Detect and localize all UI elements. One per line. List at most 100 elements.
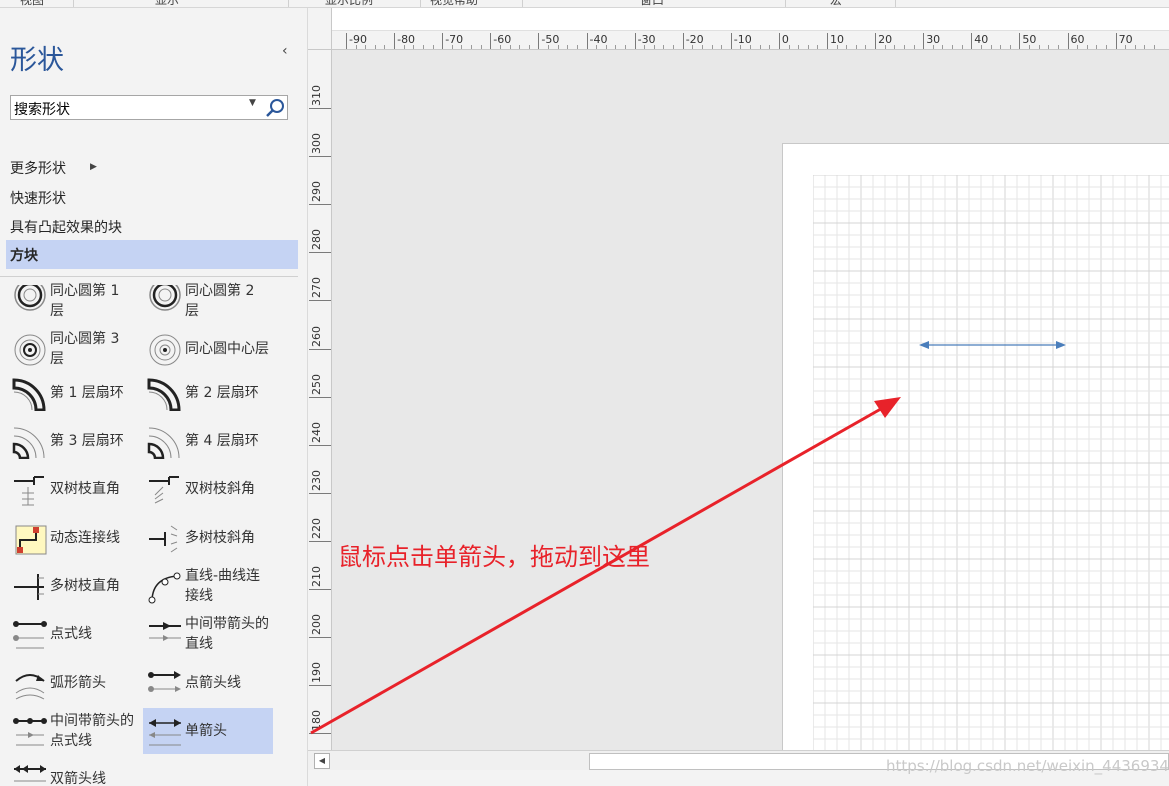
more-shapes-arrow-icon[interactable]: ▶ xyxy=(90,162,97,172)
ruler-minor-tick xyxy=(615,45,617,49)
double-tree-angled-icon xyxy=(149,476,179,504)
nav-more-shapes[interactable]: 更多形状 xyxy=(10,158,66,178)
shape-arc-arrow[interactable]: 弧形箭头 xyxy=(8,660,138,706)
ruler-label: 60 xyxy=(1070,33,1085,46)
ruler-minor-tick xyxy=(1009,45,1011,49)
shape-concentric-center[interactable]: 同心圆中心层 xyxy=(143,326,273,372)
multi-tree-square-icon xyxy=(14,574,44,600)
ruler-tick xyxy=(1115,33,1117,49)
shape-label: 点箭头线 xyxy=(185,675,241,691)
ruler-tick xyxy=(309,540,331,542)
ruler-minor-tick xyxy=(865,45,867,49)
shape-double-tree-square[interactable]: 双树枝直角 xyxy=(8,466,138,512)
shape-single-arrow[interactable]: 单箭头 xyxy=(143,708,273,754)
line-curve-connector-icon xyxy=(148,572,181,604)
ribbon-separator xyxy=(420,0,421,7)
ruler-tick xyxy=(309,204,331,206)
ruler-tick xyxy=(309,589,331,590)
ruler-tick xyxy=(778,33,780,49)
ruler-corner xyxy=(308,8,332,50)
ruler-minor-tick xyxy=(721,45,723,49)
ruler-label: 240 xyxy=(310,421,323,443)
shape-label: 第 4 层扇环 xyxy=(185,433,259,449)
ruler-label: 270 xyxy=(310,277,323,299)
ruler-tick xyxy=(730,33,732,49)
nav-quick-shapes[interactable]: 快速形状 xyxy=(10,188,66,208)
ruler-minor-tick xyxy=(471,45,473,49)
shape-sector-ring-2[interactable]: 第 2 层扇环 xyxy=(143,370,273,416)
shape-line-mid-arrow[interactable]: 中间带箭头的直线 xyxy=(143,611,273,657)
shape-label: 中间带箭头的直线 xyxy=(185,616,269,652)
shape-dynamic-connector[interactable]: 动态连接线 xyxy=(8,515,138,561)
ruler-minor-tick xyxy=(798,45,800,49)
ruler-minor-tick xyxy=(567,45,569,49)
ruler-label: 310 xyxy=(310,85,323,106)
shape-sector-ring-4[interactable]: 第 4 层扇环 xyxy=(143,418,273,464)
shape-dotted-mid-arrow[interactable]: 中间带箭头的点式线 xyxy=(8,708,138,754)
ruler-tick xyxy=(309,444,331,446)
ruler-tick xyxy=(875,33,877,49)
ruler-tick xyxy=(923,33,925,49)
ruler-minor-tick xyxy=(528,45,530,49)
shape-line-curve-connector[interactable]: 直线-曲线连接线 xyxy=(143,563,273,609)
search-shapes-field[interactable]: 搜索形状 ▼ xyxy=(10,95,288,120)
shape-dot-arrow-line[interactable]: 点箭头线 xyxy=(143,660,273,706)
ruler-tick xyxy=(309,156,331,158)
shape-concentric-ring-3[interactable]: 同心圆第 3 层 xyxy=(8,326,138,372)
watermark-text: https://blog.csdn.net/weixin_44369347 xyxy=(886,757,1169,775)
ruler-label: 40 xyxy=(974,33,989,46)
ruler-minor-tick xyxy=(855,45,857,49)
ruler-tick xyxy=(394,33,396,49)
ruler-minor-tick xyxy=(1154,45,1156,49)
scroll-left-button[interactable]: ◀ xyxy=(314,753,330,769)
drawing-page[interactable] xyxy=(782,143,1169,750)
shape-concentric-ring-2[interactable]: 同心圆第 2 层 xyxy=(143,278,273,324)
ruler-tick xyxy=(827,33,828,49)
ruler-minor-tick xyxy=(624,45,626,49)
ruler-tick xyxy=(309,396,331,398)
ruler-minor-tick xyxy=(846,45,848,49)
multi-tree-angled-icon xyxy=(149,525,178,553)
ruler-label: 10 xyxy=(830,33,844,46)
search-icon[interactable] xyxy=(264,97,286,119)
shape-double-tree-angled[interactable]: 双树枝斜角 xyxy=(143,466,273,512)
dotted-mid-arrow-icon xyxy=(13,718,47,746)
shape-label: 中间带箭头的点式线 xyxy=(50,713,134,749)
shape-label: 动态连接线 xyxy=(50,530,120,546)
nav-raised-blocks[interactable]: 具有凸起效果的块 xyxy=(10,217,122,237)
ruler-minor-tick xyxy=(1000,45,1002,49)
shape-label: 同心圆第 1 层 xyxy=(50,283,120,319)
ribbon-group-visual-aids: 视觉帮助 xyxy=(430,0,479,7)
ruler-tick xyxy=(1067,33,1069,49)
ribbon-separator xyxy=(895,0,896,7)
shape-multi-tree-angled[interactable]: 多树枝斜角 xyxy=(143,515,273,561)
shape-double-arrow-line[interactable]: 双箭头线 xyxy=(8,756,138,786)
ruler-label: 30 xyxy=(926,33,941,46)
ruler-label: -40 xyxy=(589,33,608,46)
shape-concentric-ring-1[interactable]: 同心圆第 1 层 xyxy=(8,278,138,324)
dynamic-connector-icon xyxy=(15,525,47,555)
ruler-minor-tick xyxy=(576,45,578,49)
search-dropdown-icon[interactable]: ▼ xyxy=(249,98,256,108)
ribbon-group-window: 窗口 xyxy=(640,0,665,7)
drawing-canvas[interactable] xyxy=(332,50,1169,750)
collapse-panel-button[interactable]: ‹ xyxy=(282,43,288,59)
search-input[interactable]: 搜索形状 xyxy=(14,99,70,119)
ribbon-group-show: 显示 xyxy=(155,0,180,7)
nav-blocks-active[interactable]: 方块 xyxy=(6,240,298,269)
shape-label: 点式线 xyxy=(50,626,92,642)
shape-sector-ring-3[interactable]: 第 3 层扇环 xyxy=(8,418,138,464)
arc-arrow-icon xyxy=(15,674,45,700)
shape-multi-tree-square[interactable]: 多树枝直角 xyxy=(8,563,138,609)
ribbon-separator xyxy=(522,0,523,7)
ruler-label: 200 xyxy=(310,614,323,636)
ruler-minor-tick xyxy=(903,45,905,49)
shape-sector-ring-1[interactable]: 第 1 层扇环 xyxy=(8,370,138,416)
shape-dotted-line[interactable]: 点式线 xyxy=(8,611,138,657)
ruler-label: -30 xyxy=(637,33,656,46)
shape-label: 第 3 层扇环 xyxy=(50,433,124,449)
ruler-tick xyxy=(309,685,331,687)
page-grid xyxy=(813,175,1169,750)
ruler-minor-tick xyxy=(990,45,992,49)
ruler-minor-tick xyxy=(1048,45,1050,49)
